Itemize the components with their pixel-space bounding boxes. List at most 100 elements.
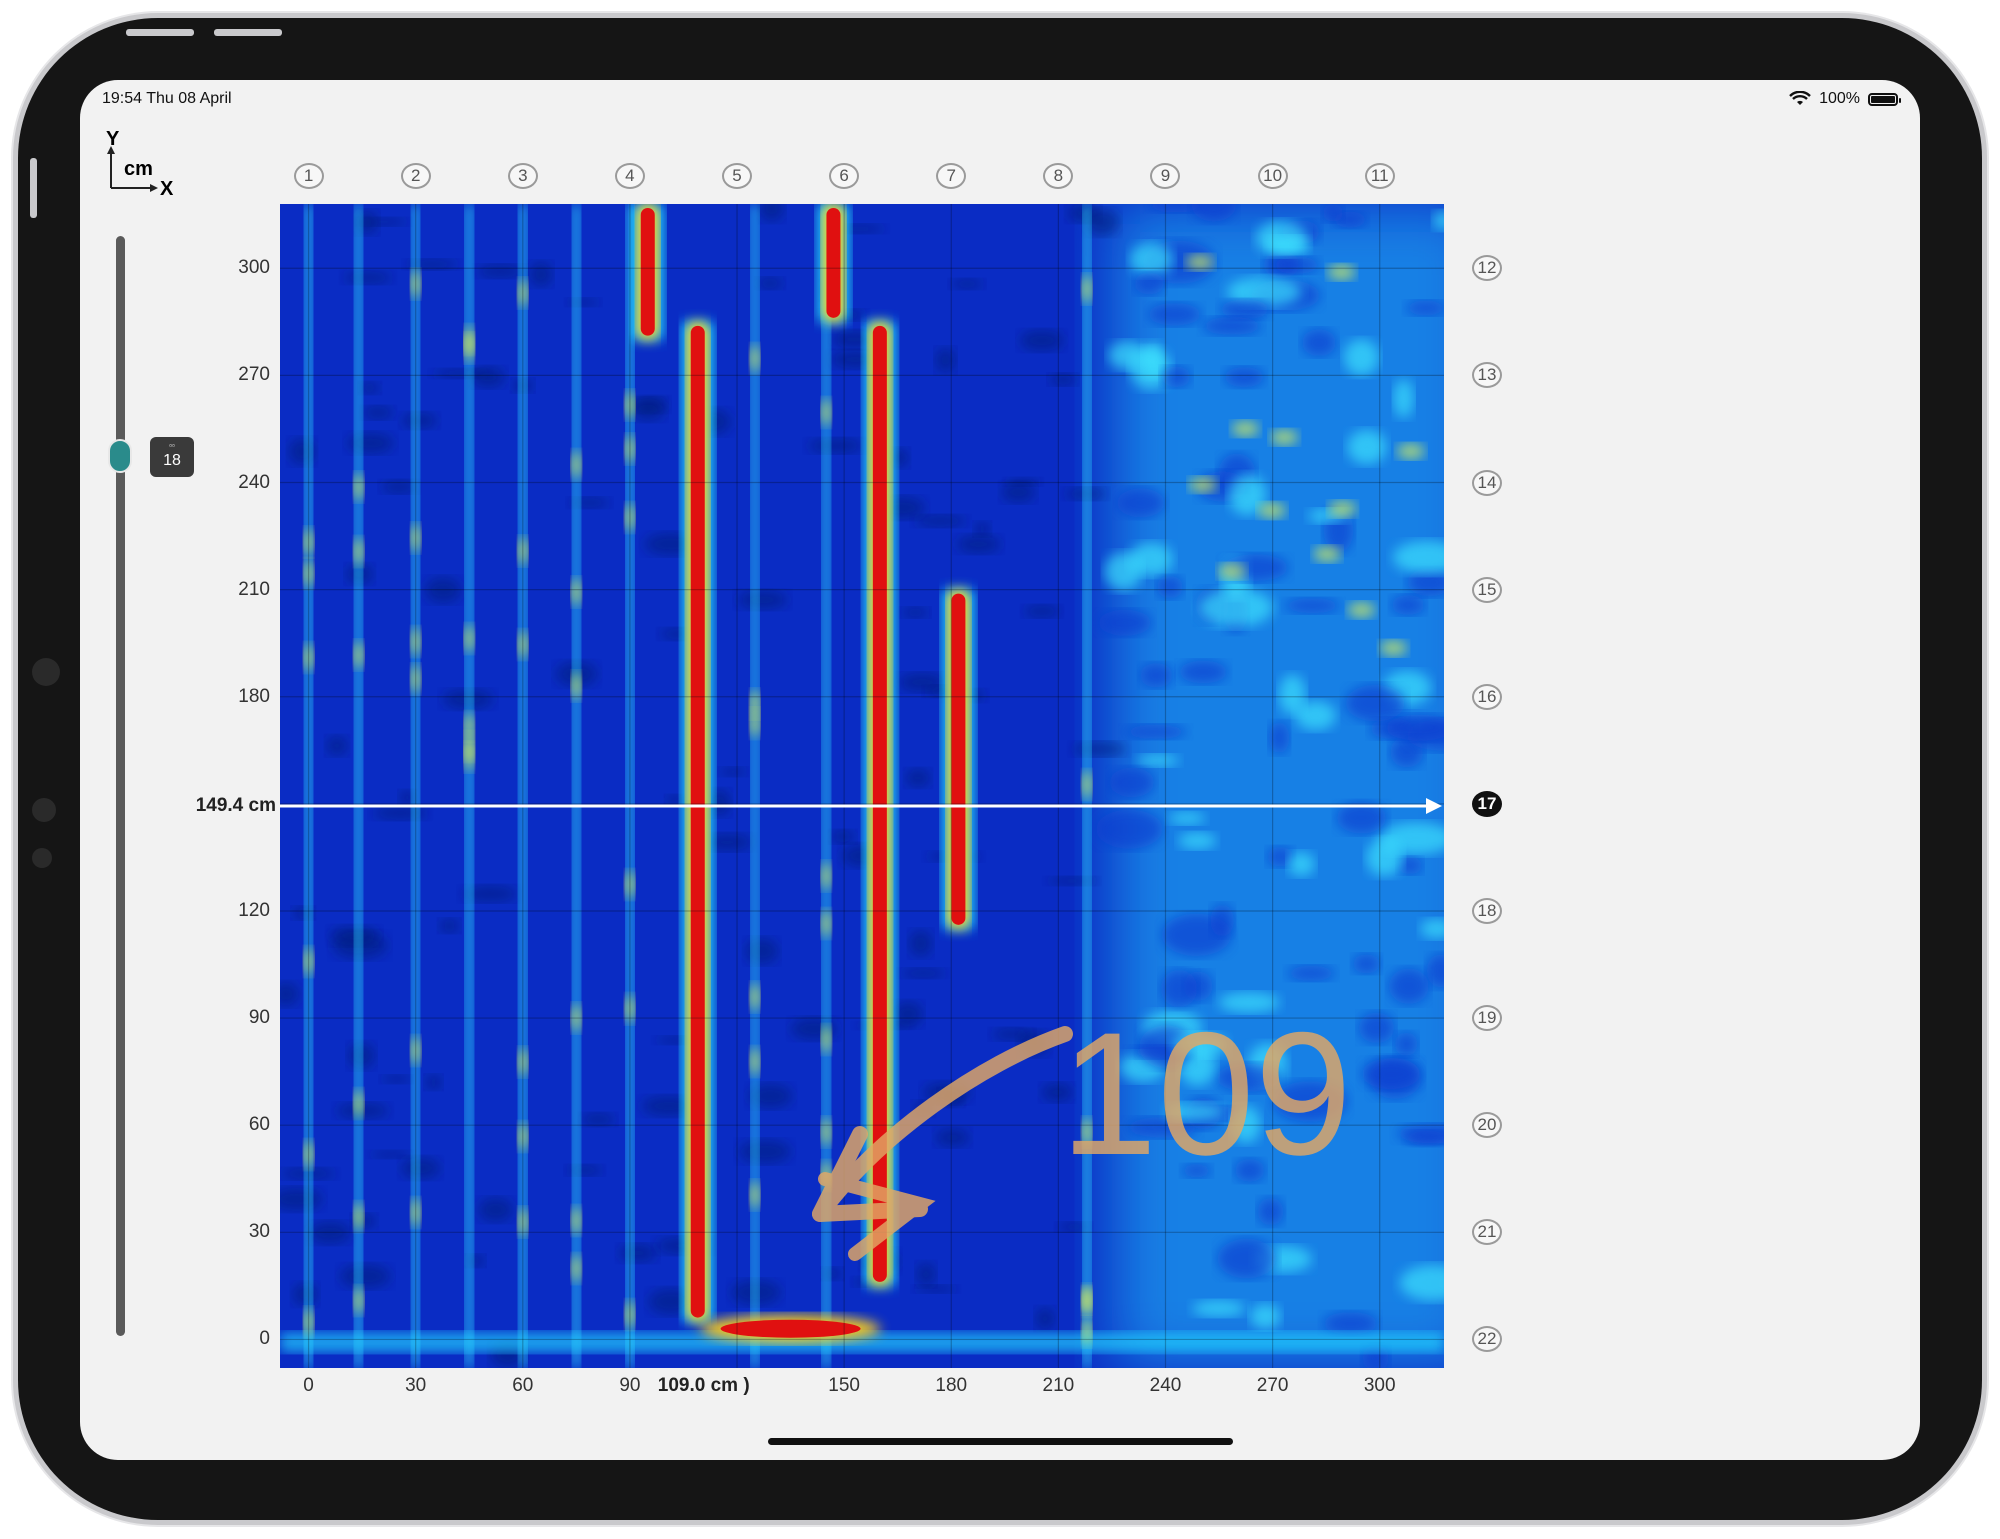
screen: 19:54 Thu 08 April 100% Y cm X ▫▫ 18 123… (80, 80, 1920, 1460)
right-marker-16[interactable]: 16 (1472, 683, 1502, 710)
top-marker-8[interactable]: 8 (1043, 163, 1074, 189)
x-tick-label: 240 (1149, 1375, 1182, 1396)
right-marker-15[interactable]: 15 (1472, 576, 1502, 603)
heatmap-noise-blob (973, 521, 991, 537)
strong-reflection-core (720, 1319, 861, 1338)
home-indicator[interactable] (768, 1438, 1233, 1445)
right-marker-13[interactable]: 13 (1472, 362, 1502, 389)
heatmap-noise-blob (1130, 242, 1174, 277)
heatmap-noise-blob (1258, 502, 1287, 519)
weak-reflection-spot (821, 1117, 832, 1146)
top-marker-10[interactable]: 10 (1257, 163, 1288, 189)
heatmap-noise-blob (914, 1284, 957, 1293)
top-marker-3[interactable]: 3 (507, 163, 538, 189)
heatmap-noise-blob (1231, 420, 1260, 437)
weak-reflection-spot (353, 537, 364, 566)
y-tick-label: 300 (238, 257, 270, 279)
heatmap-noise-blob (1313, 546, 1342, 563)
top-marker-7[interactable]: 7 (936, 163, 967, 189)
heatmap-noise-blob (1393, 379, 1414, 419)
heatmap-noise-blob (1019, 329, 1065, 352)
top-marker-6[interactable]: 6 (829, 163, 860, 189)
weak-reflection-spot (1081, 770, 1092, 799)
axes-legend: Y cm X (102, 128, 173, 200)
heatmap-noise-blob (898, 672, 947, 692)
x-tick-label: 300 (1363, 1375, 1396, 1396)
heatmap-canvas[interactable]: 109 (280, 204, 1444, 1368)
depth-slider[interactable] (108, 236, 132, 1336)
x-tick-label: 90 (619, 1375, 641, 1396)
heatmap-noise-blob (745, 937, 779, 965)
heatmap-noise-blob (470, 366, 506, 388)
heatmap-noise-blob (529, 261, 553, 287)
right-marker-12[interactable]: 12 (1472, 255, 1502, 282)
strong-reflection-core (951, 593, 966, 925)
heatmap-noise-blob (1124, 724, 1188, 739)
radar-heatmap[interactable]: 109 (280, 204, 1444, 1368)
y-crosshair-readout: 149.4 cm (195, 794, 276, 816)
wifi-icon (1789, 91, 1811, 105)
heatmap-noise-blob (618, 1243, 657, 1263)
weak-reflection-spot (571, 1254, 582, 1283)
weak-reflection-spot (571, 577, 582, 606)
weak-reflection-spot (353, 1089, 364, 1118)
heatmap-noise-blob (1108, 341, 1147, 370)
heatmap-noise-blob (1035, 1307, 1055, 1331)
top-marker-11[interactable]: 11 (1364, 163, 1395, 189)
heatmap-noise-blob (476, 264, 524, 279)
right-marker-18[interactable]: 18 (1472, 897, 1502, 924)
weak-reflection-spot (353, 472, 364, 501)
heatmap-noise-blob (1322, 204, 1344, 222)
side-sensor (32, 848, 52, 868)
heatmap-noise-blob (329, 925, 380, 946)
weak-reflection-spot (821, 862, 832, 891)
weak-reflection-spot (353, 1286, 364, 1315)
y-tick-label: 60 (248, 1114, 270, 1136)
heatmap-noise-blob (1358, 1012, 1395, 1044)
battery-icon (1868, 92, 1901, 106)
right-marker-14[interactable]: 14 (1472, 469, 1502, 496)
y-tick-label: 120 (238, 899, 270, 921)
weak-reflection-spot (821, 1025, 832, 1054)
right-marker-17[interactable]: 17 (1472, 790, 1502, 817)
right-marker-19[interactable]: 19 (1472, 1005, 1502, 1032)
x-tick-label: 270 (1256, 1375, 1289, 1396)
unit-label: cm (124, 158, 153, 180)
right-marker-21[interactable]: 21 (1472, 1219, 1502, 1246)
heatmap-noise-blob (400, 1157, 441, 1180)
strong-reflection-core (690, 325, 705, 1318)
heatmap-noise-blob (1278, 674, 1306, 716)
heatmap-noise-blob (1104, 552, 1143, 591)
x-crosshair-readout: 109.0 cm ) (657, 1375, 750, 1396)
right-marker-22[interactable]: 22 (1472, 1326, 1502, 1353)
weak-reflection-spot (749, 1181, 760, 1210)
heatmap-noise-blob (916, 1262, 936, 1287)
slider-track[interactable] (116, 236, 125, 1336)
heatmap-noise-blob (737, 590, 788, 610)
heatmap-noise-blob (1343, 339, 1379, 376)
weak-reflection-spot (1081, 275, 1092, 304)
heatmap-noise-blob (1257, 1197, 1284, 1226)
top-marker-1[interactable]: 1 (293, 163, 324, 189)
heatmap-noise-blob (719, 767, 747, 777)
x-tick-label: 0 (303, 1375, 314, 1396)
annotation-text: 109 (1060, 997, 1352, 1192)
top-marker-9[interactable]: 9 (1150, 163, 1181, 189)
heatmap-noise-blob (1327, 264, 1356, 281)
heatmap-noise-blob (1072, 741, 1127, 757)
top-marker-2[interactable]: 2 (400, 163, 431, 189)
top-marker-5[interactable]: 5 (722, 163, 753, 189)
weak-reflection-spot (571, 1206, 582, 1235)
heatmap-noise-blob (1287, 851, 1315, 877)
slider-thumb[interactable] (108, 439, 132, 473)
heatmap-noise-blob (347, 432, 394, 454)
heatmap-noise-blob (1379, 640, 1408, 657)
top-marker-4[interactable]: 4 (614, 163, 645, 189)
heatmap-noise-blob (1250, 1303, 1281, 1330)
heatmap-noise-blob (1328, 500, 1357, 517)
right-marker-20[interactable]: 20 (1472, 1112, 1502, 1139)
x-tick-label: 180 (935, 1375, 968, 1396)
heatmap-noise-blob (1301, 329, 1337, 357)
heatmap-noise-blob (1168, 811, 1206, 825)
heatmap-noise-blob (1361, 1058, 1421, 1090)
